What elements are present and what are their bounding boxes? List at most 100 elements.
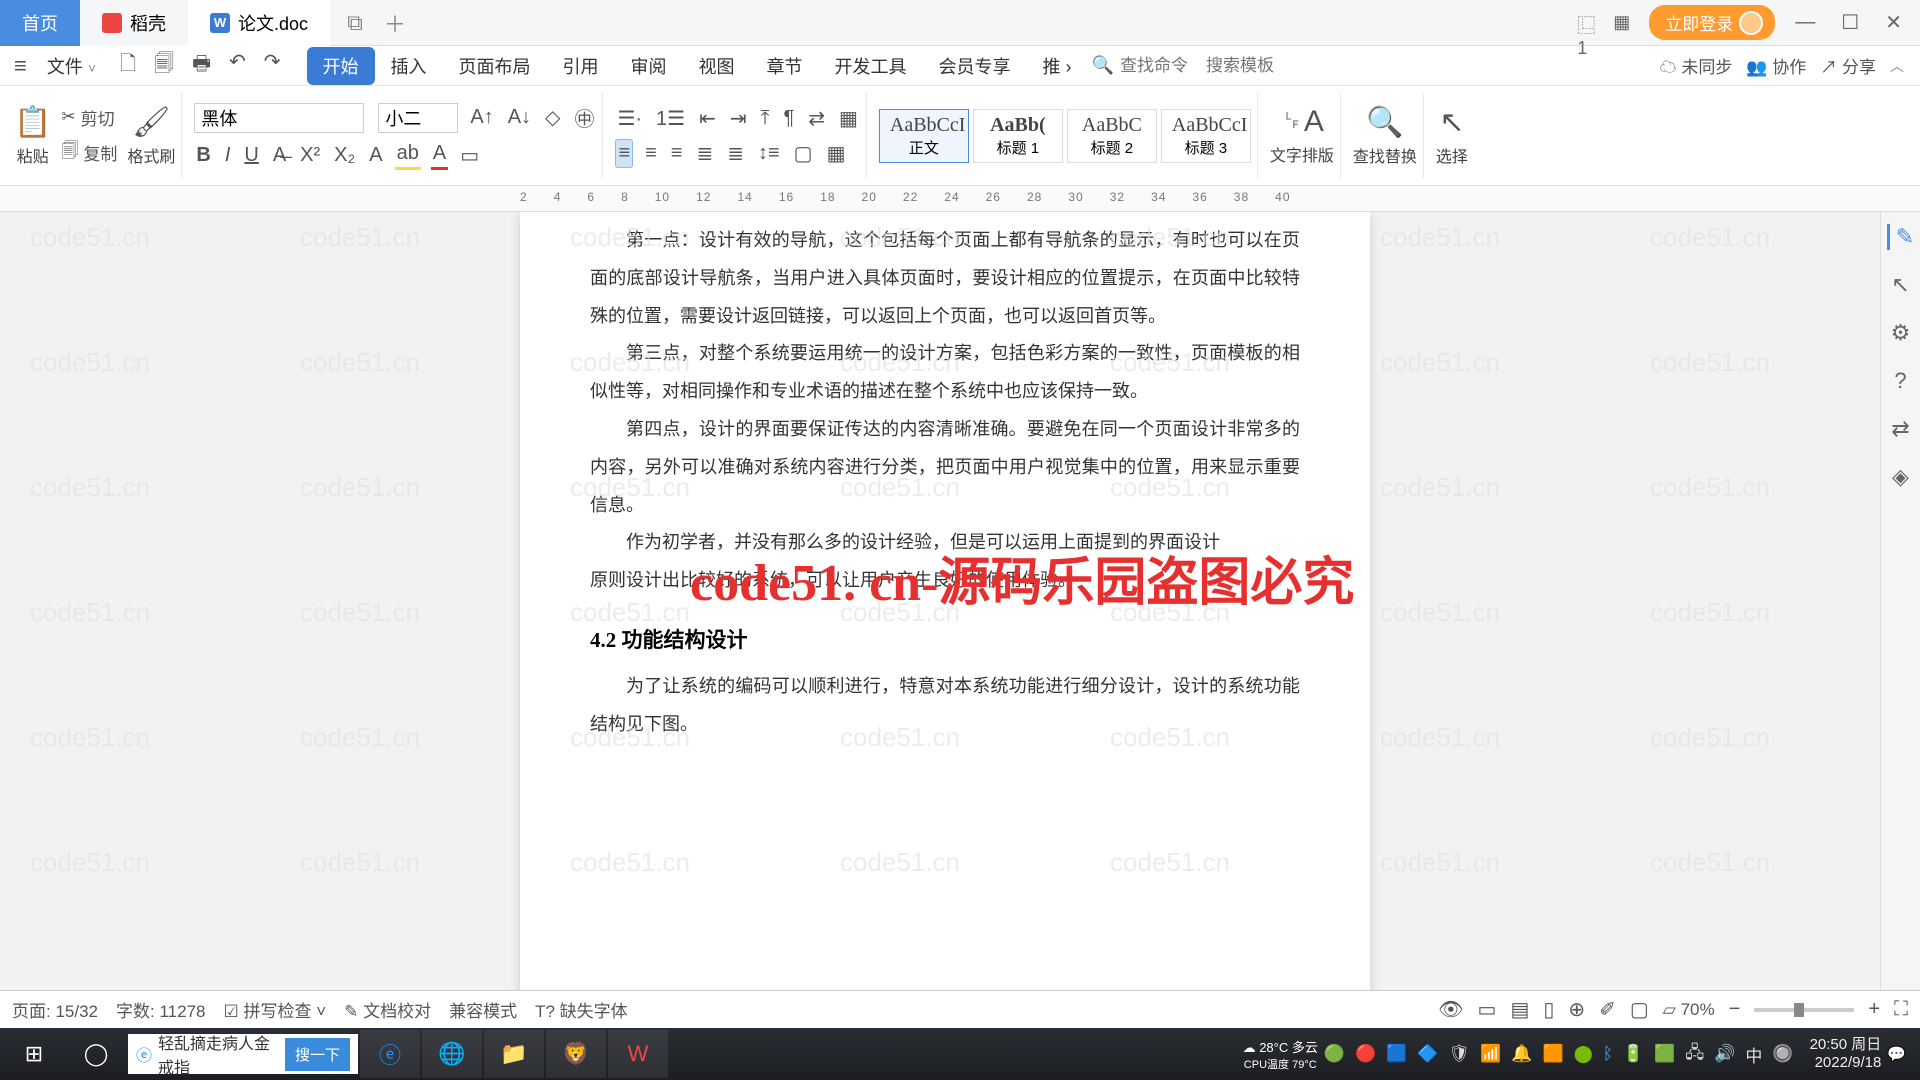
tray-shield-icon[interactable]: 🛡 bbox=[1449, 1044, 1471, 1064]
distribute-icon[interactable]: ≣ bbox=[725, 139, 746, 168]
collapse-ribbon-icon[interactable]: ︿ bbox=[1890, 56, 1904, 76]
grow-font-icon[interactable]: A↑ bbox=[468, 104, 495, 131]
underline-icon[interactable]: U bbox=[242, 142, 260, 169]
settings-slider-icon[interactable]: ⚙ bbox=[1891, 320, 1911, 346]
align-left-icon[interactable]: ≡ bbox=[615, 139, 633, 168]
paste-button[interactable]: 📋粘贴 bbox=[14, 105, 51, 167]
italic-icon[interactable]: I bbox=[223, 142, 233, 169]
tray-bluetooth-icon[interactable]: ᛒ bbox=[1603, 1044, 1613, 1064]
collab-button[interactable]: 👥 协作 bbox=[1746, 53, 1806, 78]
command-search[interactable]: 🔍 bbox=[1092, 55, 1286, 76]
share-button[interactable]: ↗ 分享 bbox=[1820, 53, 1876, 78]
taskbar-app1[interactable]: 🦁 bbox=[546, 1030, 606, 1078]
app-layout-icon[interactable]: ⿺1 bbox=[1577, 12, 1599, 34]
add-tab-icon[interactable]: ＋ bbox=[380, 7, 410, 39]
indent-dec-icon[interactable]: ⇤ bbox=[697, 104, 718, 133]
ribbon-tab-member[interactable]: 会员专享 bbox=[923, 47, 1027, 85]
help-icon[interactable]: ? bbox=[1894, 368, 1906, 394]
tray-ime[interactable]: 中 bbox=[1745, 1042, 1762, 1067]
style-h1[interactable]: AaBb(标题 1 bbox=[973, 109, 1063, 163]
zoom-out-icon[interactable]: − bbox=[1729, 998, 1741, 1021]
page-mode-icon[interactable]: ▤ bbox=[1510, 997, 1529, 1022]
strike-icon[interactable]: A̶ bbox=[271, 142, 288, 169]
weather-widget[interactable]: ☁ 28°C 多云 CPU温度 79°C bbox=[1243, 1037, 1318, 1072]
tray-icon[interactable]: 🟧 bbox=[1543, 1044, 1564, 1064]
ribbon-tab-more[interactable]: 推 › bbox=[1027, 47, 1088, 85]
page-indicator[interactable]: 页面: 15/32 bbox=[12, 997, 98, 1022]
zoom-fit-icon[interactable]: ▢ bbox=[1630, 997, 1649, 1022]
indent-inc-icon[interactable]: ⇥ bbox=[728, 104, 749, 133]
app-grid-icon[interactable]: ▦ bbox=[1613, 12, 1635, 34]
highlight-icon[interactable]: ab bbox=[395, 140, 421, 170]
ribbon-tab-start[interactable]: 开始 bbox=[307, 47, 375, 85]
undo-icon[interactable]: ↶ bbox=[227, 47, 248, 85]
style-h3[interactable]: AaBbCcI标题 3 bbox=[1161, 109, 1251, 163]
command-search-input[interactable] bbox=[1120, 56, 1200, 76]
login-button[interactable]: 立即登录 bbox=[1649, 5, 1775, 40]
clock[interactable]: 20:50 周日 2022/9/18 bbox=[1810, 1036, 1882, 1072]
tray-bell-icon[interactable]: 🔔 bbox=[1511, 1044, 1532, 1064]
ribbon-tab-devtools[interactable]: 开发工具 bbox=[819, 47, 923, 85]
ribbon-tab-pagelayout[interactable]: 页面布局 bbox=[443, 47, 547, 85]
action-center-icon[interactable]: 💬 bbox=[1887, 1045, 1906, 1063]
font-family-select[interactable] bbox=[194, 103, 364, 133]
missing-fonts[interactable]: T? 缺失字体 bbox=[535, 997, 628, 1022]
border-icon[interactable]: ▦ bbox=[837, 104, 860, 133]
select-button[interactable]: ↖选择 bbox=[1436, 105, 1468, 167]
taskbar-wps[interactable]: W bbox=[608, 1030, 668, 1078]
taskbar-explorer[interactable]: 📁 bbox=[484, 1030, 544, 1078]
zoom-slider[interactable] bbox=[1754, 1008, 1854, 1012]
tray-icon[interactable]: 🟩 bbox=[1654, 1044, 1675, 1064]
spell-check[interactable]: ☑ 拼写检查 ˅ bbox=[224, 997, 327, 1022]
zoom-in-icon[interactable]: + bbox=[1868, 998, 1880, 1021]
ribbon-tab-reference[interactable]: 引用 bbox=[547, 47, 615, 85]
save-icon[interactable]: 🗋 bbox=[118, 47, 138, 85]
shrink-font-icon[interactable]: A↓ bbox=[506, 104, 533, 131]
find-replace-button[interactable]: 🔍查找替换 bbox=[1353, 105, 1417, 167]
tab-docao[interactable]: 稻壳 bbox=[80, 0, 188, 46]
char-border-icon[interactable]: ▭ bbox=[458, 141, 481, 170]
line-spacing-icon[interactable]: ↕≡ bbox=[756, 140, 782, 167]
select-tool-icon[interactable]: ↖ bbox=[1891, 272, 1909, 298]
align-center-icon[interactable]: ≡ bbox=[643, 140, 659, 167]
borders-icon[interactable]: ▦ bbox=[825, 139, 848, 168]
sync-status[interactable]: ☁ 未同步 bbox=[1660, 53, 1733, 78]
text-effect-icon[interactable]: A bbox=[367, 142, 384, 169]
ribbon-tab-section[interactable]: 章节 bbox=[751, 47, 819, 85]
ribbon-tab-insert[interactable]: 插入 bbox=[375, 47, 443, 85]
doc-check[interactable]: ✎ 文档校对 bbox=[344, 997, 431, 1022]
text-layout-button[interactable]: ␊A文字排版 bbox=[1270, 105, 1334, 166]
hamburger-icon[interactable]: ≡ bbox=[6, 53, 35, 79]
tray-volume-icon[interactable]: 🔊 bbox=[1714, 1044, 1735, 1064]
tray-wifi-icon[interactable]: 📶 bbox=[1480, 1044, 1501, 1064]
template-search-input[interactable] bbox=[1206, 56, 1286, 76]
style-h2[interactable]: AaBbC标题 2 bbox=[1067, 109, 1157, 163]
pen-tool-icon[interactable]: ✎ bbox=[1887, 224, 1914, 250]
bold-icon[interactable]: B bbox=[194, 142, 212, 169]
zoom-label[interactable]: ▱ 70% bbox=[1663, 1000, 1715, 1020]
taskbar-edge[interactable]: ⓔ bbox=[360, 1030, 420, 1078]
maximize-button[interactable]: ☐ bbox=[1835, 10, 1865, 35]
tray-icon[interactable]: 🔘 bbox=[1772, 1044, 1793, 1064]
minimize-button[interactable]: — bbox=[1789, 11, 1821, 34]
file-menu[interactable]: 文件 ˅ bbox=[39, 53, 104, 79]
focus-mode-icon[interactable]: 👁 bbox=[1438, 997, 1463, 1022]
align-justify-icon[interactable]: ≣ bbox=[694, 139, 715, 168]
word-count[interactable]: 字数: 11278 bbox=[116, 997, 205, 1022]
align-right-icon[interactable]: ≡ bbox=[669, 140, 685, 167]
bullet-list-icon[interactable]: ☰· bbox=[615, 104, 644, 133]
show-marks-icon[interactable]: ¶ bbox=[781, 105, 796, 132]
taskbar-search[interactable]: ⓔ 轻乱摘走病人金戒指 搜一下 bbox=[128, 1034, 358, 1074]
popout-icon[interactable]: ⧉ bbox=[340, 10, 370, 36]
copy-button[interactable]: 🗐 复制 bbox=[61, 138, 117, 167]
outline-mode-icon[interactable]: ▯ bbox=[1543, 997, 1554, 1022]
translate-icon[interactable]: ⇄ bbox=[1891, 416, 1909, 442]
read-mode-icon[interactable]: ▭ bbox=[1478, 997, 1497, 1022]
tray-network-icon[interactable]: 🖧 bbox=[1685, 1040, 1704, 1069]
ribbon-tab-view[interactable]: 视图 bbox=[683, 47, 751, 85]
clear-format-icon[interactable]: ◇ bbox=[543, 103, 562, 132]
start-button[interactable]: ⊞ bbox=[4, 1030, 64, 1078]
document-page[interactable]: 第一点：设计有效的导航，这个包括每个页面上都有导航条的显示，有时也可以在页面的底… bbox=[520, 212, 1370, 1028]
tab-home[interactable]: 首页 bbox=[0, 0, 80, 46]
close-button[interactable]: ✕ bbox=[1879, 10, 1908, 35]
